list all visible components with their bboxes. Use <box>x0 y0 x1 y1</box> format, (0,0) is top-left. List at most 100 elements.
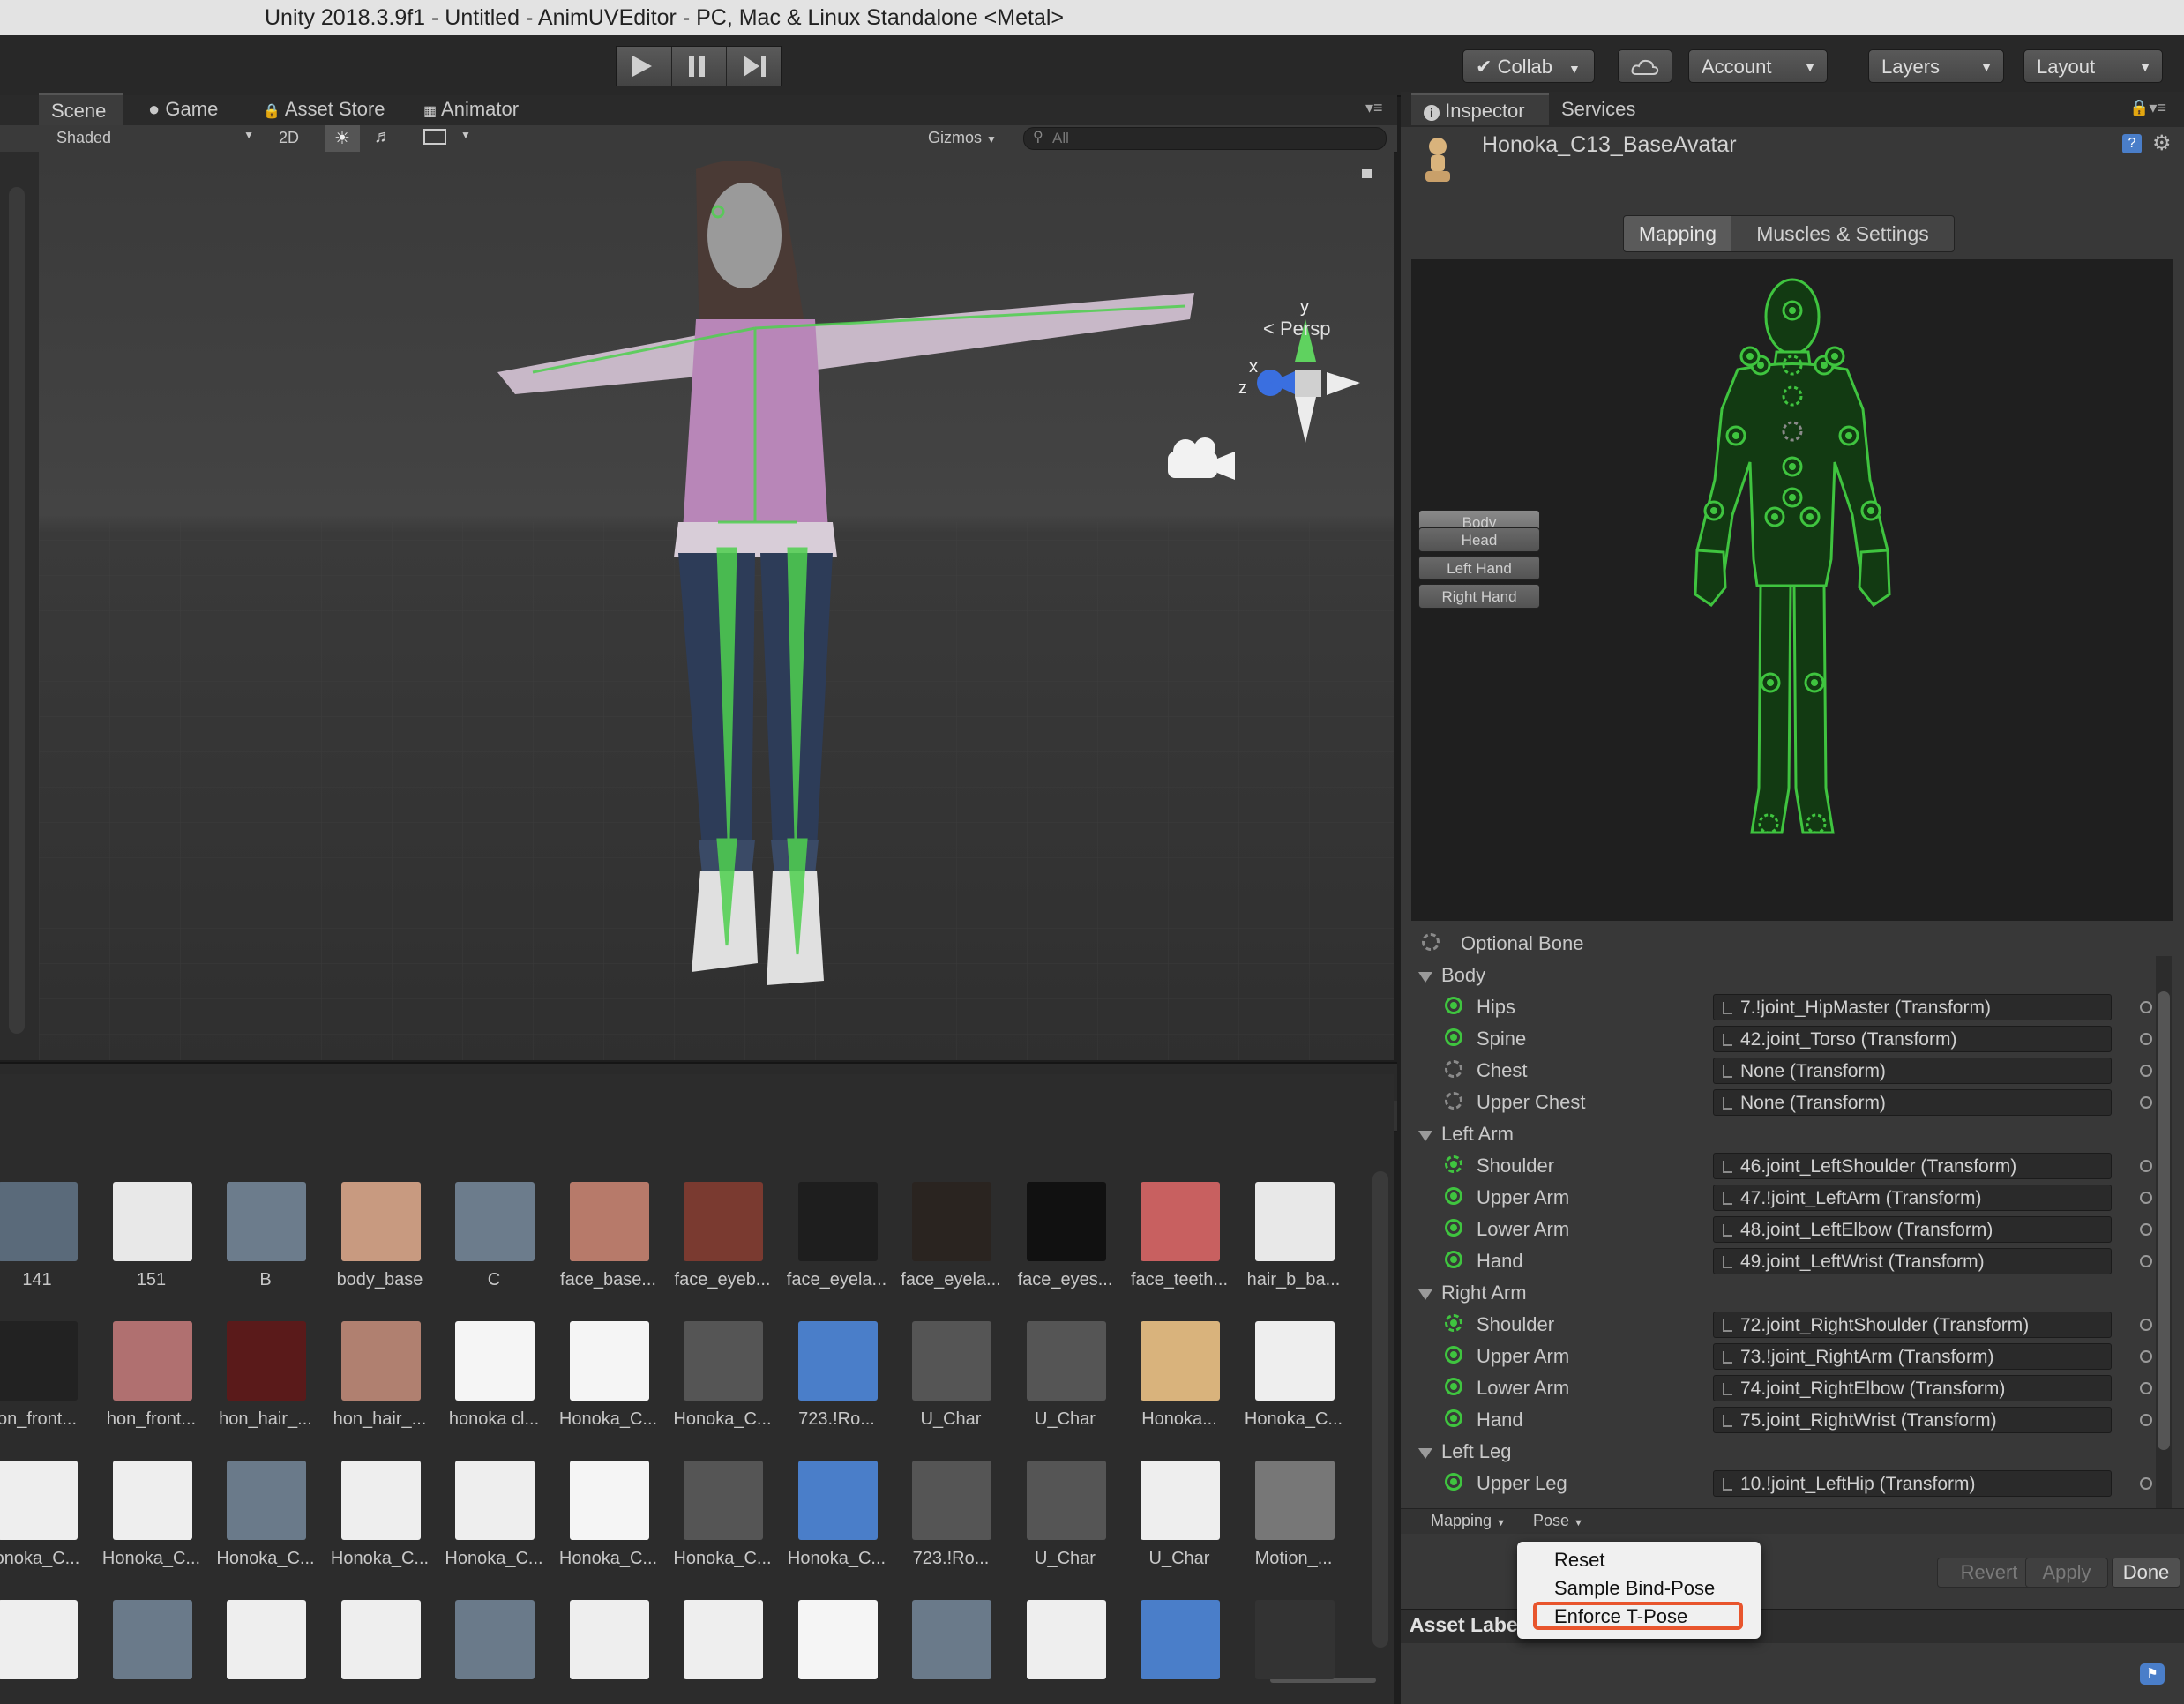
asset-item[interactable] <box>1241 1600 1347 1704</box>
gizmos-dropdown[interactable]: Gizmos ▼ <box>928 129 997 147</box>
cloud-button[interactable] <box>1618 49 1672 83</box>
tab-animator[interactable]: ▦ Animator <box>411 93 531 125</box>
asset-item[interactable]: U_Char <box>898 1321 1004 1454</box>
bone-list-scrollbar[interactable] <box>2156 956 2172 1512</box>
object-picker-icon[interactable] <box>2140 1096 2152 1109</box>
menu-item-reset[interactable]: Reset <box>1554 1549 1604 1572</box>
mapping-menu-button[interactable]: Mapping ▼ <box>1431 1512 1506 1530</box>
asset-item[interactable] <box>556 1600 662 1704</box>
asset-item[interactable]: 723.!Ro... <box>898 1461 1004 1593</box>
bone-transform-field[interactable]: 10.!joint_LeftHip (Transform) <box>1713 1470 2112 1497</box>
asset-item[interactable]: onoka_C... <box>0 1461 90 1593</box>
pose-menu-button[interactable]: Pose ▼ <box>1533 1512 1583 1530</box>
asset-item[interactable]: 151 <box>99 1182 205 1314</box>
effects-icon[interactable] <box>423 129 446 145</box>
asset-item[interactable]: hon_front... <box>99 1321 205 1454</box>
asset-item[interactable] <box>0 1600 90 1704</box>
asset-item[interactable]: honoka cl... <box>441 1321 547 1454</box>
asset-item[interactable]: U_Char <box>1013 1461 1118 1593</box>
asset-item[interactable]: Motion_... <box>1241 1461 1347 1593</box>
asset-item[interactable] <box>99 1600 205 1704</box>
object-picker-icon[interactable] <box>2140 1065 2152 1077</box>
play-icon[interactable] <box>629 54 655 78</box>
tab-muscles-settings[interactable]: Muscles & Settings <box>1731 215 1955 252</box>
asset-item[interactable]: Honoka_C... <box>441 1461 547 1593</box>
asset-item[interactable]: on_front... <box>0 1321 90 1454</box>
asset-item[interactable]: body_base <box>327 1182 433 1314</box>
scene-viewport[interactable]: y x z < Persp <box>39 152 1394 1060</box>
bone-transform-field[interactable]: 46.joint_LeftShoulder (Transform) <box>1713 1153 2112 1179</box>
asset-item[interactable]: hon_hair_... <box>213 1321 318 1454</box>
asset-item[interactable]: Honoka_C... <box>99 1461 205 1593</box>
asset-item[interactable]: face_eyes... <box>1013 1182 1118 1314</box>
object-picker-icon[interactable] <box>2140 1255 2152 1267</box>
gizmo-lock-icon[interactable] <box>1362 169 1372 178</box>
foldout-arrow-icon[interactable] <box>1418 1448 1432 1459</box>
asset-item[interactable]: Honoka_C... <box>784 1461 890 1593</box>
asset-item[interactable]: Honoka... <box>1126 1321 1232 1454</box>
object-picker-icon[interactable] <box>2140 1223 2152 1236</box>
shading-mode-dropdown[interactable]: Shaded ▼ <box>56 129 254 147</box>
toggle-2d-button[interactable]: 2D <box>279 129 299 147</box>
layers-dropdown[interactable]: Layers ▼ <box>1868 49 2004 83</box>
object-picker-icon[interactable] <box>2140 1350 2152 1363</box>
settings-gear-icon[interactable]: ⚙ <box>2152 131 2172 156</box>
tab-inspector[interactable]: i Inspector <box>1411 93 1549 125</box>
pause-icon[interactable] <box>684 54 710 78</box>
head-view-button[interactable]: Head <box>1418 527 1540 552</box>
asset-item[interactable]: face_eyela... <box>784 1182 890 1314</box>
bone-transform-field[interactable]: 47.!joint_LeftArm (Transform) <box>1713 1185 2112 1211</box>
menu-item-sample-bind-pose[interactable]: Sample Bind-Pose <box>1554 1577 1715 1600</box>
asset-item[interactable] <box>784 1600 890 1704</box>
right-hand-view-button[interactable]: Right Hand <box>1418 584 1540 609</box>
tab-mapping[interactable]: Mapping <box>1623 215 1732 252</box>
tab-game[interactable]: ● Game <box>136 93 230 125</box>
bone-transform-field[interactable]: 74.joint_RightElbow (Transform) <box>1713 1375 2112 1401</box>
foldout-arrow-icon[interactable] <box>1418 1289 1432 1300</box>
scene-scrollbar[interactable] <box>9 187 25 1034</box>
asset-item[interactable]: hair_b_ba... <box>1241 1182 1347 1314</box>
asset-item[interactable]: Honoka_C... <box>213 1461 318 1593</box>
foldout-arrow-icon[interactable] <box>1418 972 1432 983</box>
camera-gizmo-icon[interactable] <box>1168 437 1235 480</box>
bone-transform-field[interactable]: 48.joint_LeftElbow (Transform) <box>1713 1216 2112 1243</box>
bone-transform-field[interactable]: 42.joint_Torso (Transform) <box>1713 1026 2112 1052</box>
asset-item[interactable] <box>1126 1600 1232 1704</box>
asset-item[interactable]: Honoka_C... <box>556 1461 662 1593</box>
tab-asset-store[interactable]: 🔒 Asset Store <box>251 93 398 125</box>
asset-item[interactable]: U_Char <box>1126 1461 1232 1593</box>
object-picker-icon[interactable] <box>2140 1160 2152 1172</box>
bone-transform-field[interactable]: 7.!joint_HipMaster (Transform) <box>1713 994 2112 1020</box>
scene-search-input[interactable]: ⚲ All <box>1023 127 1387 150</box>
projection-label[interactable]: < Persp <box>1263 318 1330 340</box>
bone-group-header[interactable]: Right Arm <box>1401 1277 2168 1309</box>
bone-transform-field[interactable]: None (Transform) <box>1713 1058 2112 1084</box>
asset-item[interactable]: Honoka_C... <box>1241 1321 1347 1454</box>
asset-item[interactable]: Honoka_C... <box>556 1321 662 1454</box>
inspector-lock-icon[interactable]: 🔒▾≡ <box>2129 99 2166 117</box>
asset-item[interactable]: Honoka_C... <box>327 1461 433 1593</box>
object-picker-icon[interactable] <box>2140 1319 2152 1331</box>
left-hand-view-button[interactable]: Left Hand <box>1418 556 1540 580</box>
bone-transform-field[interactable]: 49.joint_LeftWrist (Transform) <box>1713 1248 2112 1274</box>
account-dropdown[interactable]: Account ▼ <box>1688 49 1828 83</box>
help-icon[interactable]: ? <box>2122 134 2142 153</box>
tab-services[interactable]: Services <box>1549 93 1648 125</box>
asset-item[interactable]: hon_hair_... <box>327 1321 433 1454</box>
asset-item[interactable] <box>441 1600 547 1704</box>
asset-item[interactable] <box>669 1600 775 1704</box>
collab-button[interactable]: ✔ Collab ▼ <box>1462 49 1595 83</box>
asset-item[interactable]: face_eyeb... <box>669 1182 775 1314</box>
object-picker-icon[interactable] <box>2140 1414 2152 1426</box>
bone-group-header[interactable]: Left Leg <box>1401 1436 2168 1468</box>
asset-item[interactable] <box>898 1600 1004 1704</box>
object-picker-icon[interactable] <box>2140 1382 2152 1394</box>
step-icon[interactable] <box>740 54 770 78</box>
asset-item[interactable] <box>1013 1600 1118 1704</box>
panel-menu-icon[interactable]: ▾≡ <box>1365 99 1383 117</box>
asset-item[interactable]: C <box>441 1182 547 1314</box>
asset-item[interactable]: 723.!Ro... <box>784 1321 890 1454</box>
asset-item[interactable] <box>327 1600 433 1704</box>
object-picker-icon[interactable] <box>2140 1477 2152 1490</box>
done-button[interactable]: Done <box>2112 1558 2180 1588</box>
